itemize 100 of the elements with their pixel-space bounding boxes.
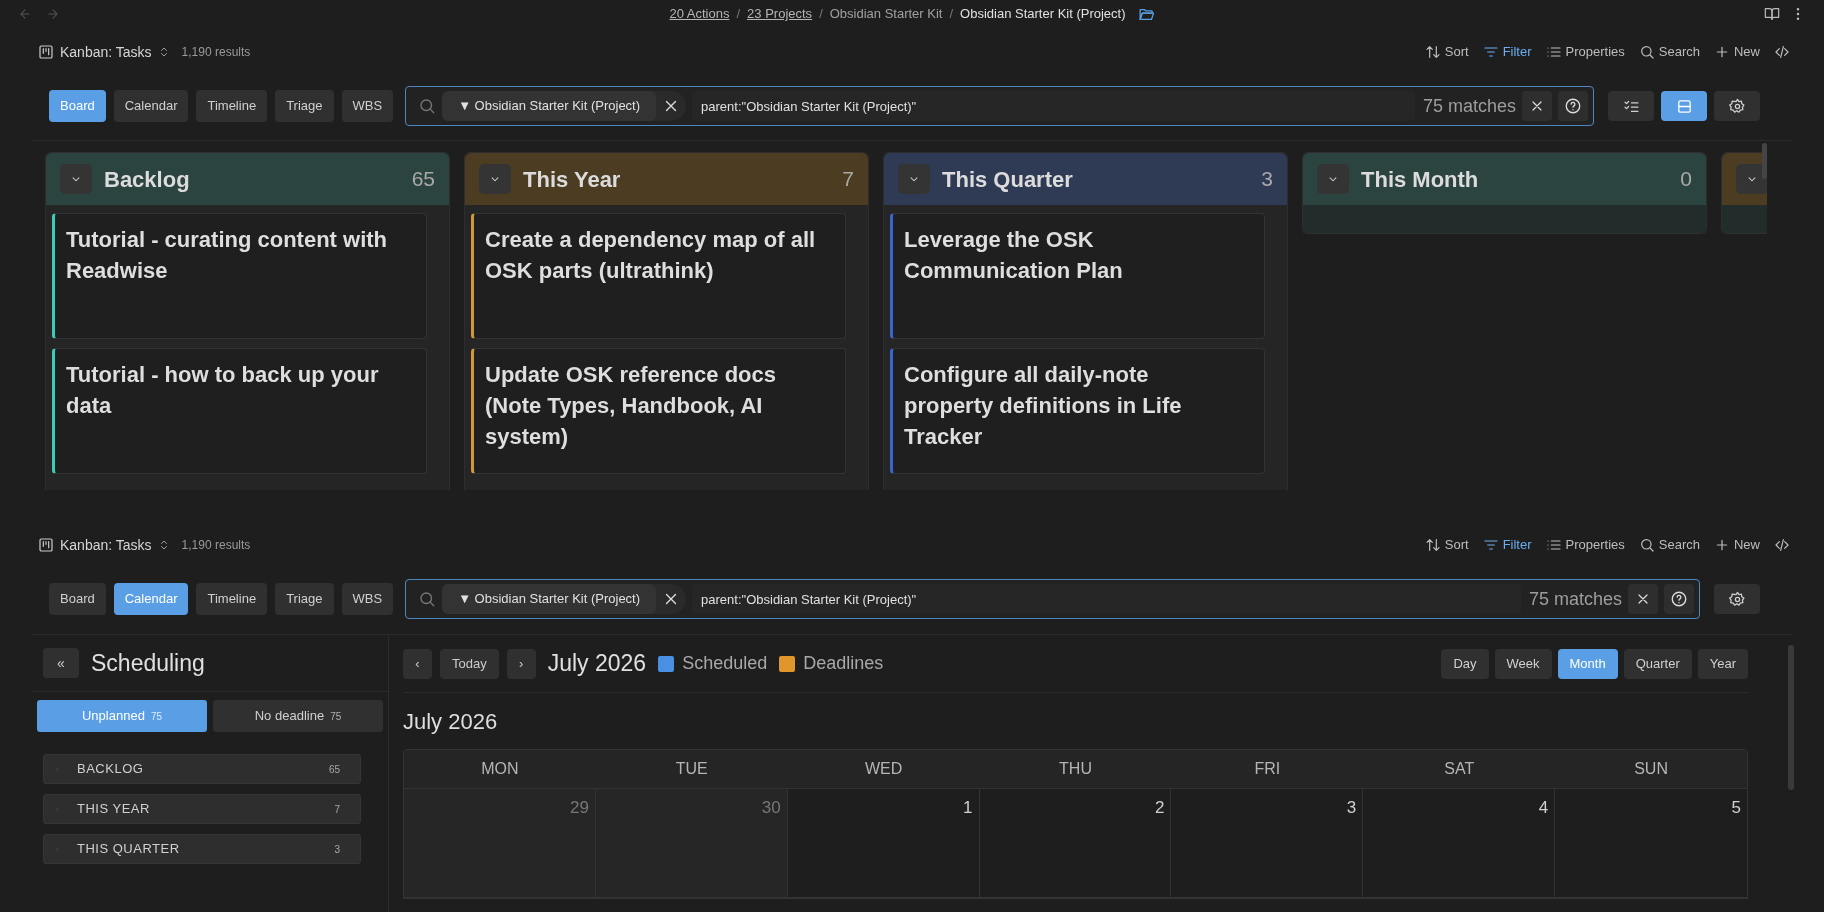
- view-tab[interactable]: Timeline: [196, 90, 268, 122]
- code-button[interactable]: [1774, 537, 1790, 553]
- column-title: This Month: [1361, 165, 1479, 194]
- checklist-button[interactable]: [1608, 91, 1654, 121]
- results-count: 1,190 results: [181, 537, 251, 554]
- breadcrumb-link[interactable]: 20 Actions: [669, 4, 730, 24]
- settings-button[interactable]: [1714, 91, 1760, 121]
- clear-button[interactable]: [1522, 91, 1552, 121]
- back-arrow-icon: [18, 7, 32, 21]
- day-cell[interactable]: 4: [1363, 789, 1556, 898]
- breadcrumb-link[interactable]: 23 Projects: [747, 4, 813, 24]
- help-icon: [1564, 97, 1582, 115]
- match-count: 75 matches: [1528, 587, 1622, 611]
- breadcrumb-separator: /: [949, 5, 954, 24]
- task-card[interactable]: Leverage the OSK Communication Plan: [890, 213, 1265, 339]
- view-tab[interactable]: WBS: [341, 583, 394, 615]
- view-tab[interactable]: Board: [49, 583, 106, 615]
- group-row[interactable]: THIS QUARTER 3: [43, 834, 361, 864]
- legend-label: Deadlines: [803, 652, 884, 675]
- group-count: 3: [334, 842, 340, 857]
- sidebar-title: Scheduling: [91, 648, 205, 678]
- view-tab[interactable]: Triage: [275, 583, 334, 615]
- properties-button[interactable]: Properties: [1545, 535, 1625, 555]
- group-row[interactable]: THIS YEAR 7: [43, 794, 361, 824]
- search-icon: [418, 590, 437, 608]
- forward-arrow-icon: [46, 7, 60, 21]
- plus-icon: [1714, 44, 1730, 60]
- task-card[interactable]: Tutorial - curating content with Readwise: [52, 213, 427, 339]
- view-tab[interactable]: Triage: [275, 90, 334, 122]
- legend-label: Scheduled: [682, 652, 768, 675]
- search-icon: [1638, 537, 1655, 553]
- next-button[interactable]: ›: [506, 648, 536, 679]
- sort-icon: [1424, 537, 1441, 553]
- scheduling-tab[interactable]: No deadline 75: [213, 700, 383, 732]
- settings-button[interactable]: [1714, 584, 1760, 614]
- help-icon: [1670, 590, 1688, 608]
- range-tab[interactable]: Quarter: [1623, 648, 1692, 679]
- day-number: 2: [1154, 797, 1165, 815]
- group-label: BACKLOG: [77, 760, 144, 779]
- group-count: 65: [328, 762, 340, 777]
- breadcrumb-link[interactable]: Obsidian Starter Kit: [829, 4, 943, 24]
- base-title[interactable]: Kanban: Tasks: [60, 41, 152, 63]
- collapse-button[interactable]: «: [43, 648, 79, 678]
- layout-button[interactable]: [1661, 91, 1707, 121]
- search-button[interactable]: Search: [1638, 42, 1700, 62]
- help-button[interactable]: [1664, 584, 1694, 614]
- day-number: 30: [761, 797, 781, 815]
- new-button[interactable]: New: [1714, 42, 1760, 62]
- code-button[interactable]: [1774, 44, 1790, 60]
- column-count: 65: [411, 166, 435, 193]
- new-button[interactable]: New: [1714, 535, 1760, 555]
- column-count: 0: [1680, 166, 1692, 193]
- weekday-header: FRI: [1171, 750, 1364, 789]
- sort-icon: [1424, 44, 1441, 60]
- view-tab[interactable]: Calendar: [113, 90, 189, 122]
- task-card[interactable]: Update OSK reference docs (Note Types, Handbook, AI system): [471, 348, 846, 474]
- view-tab[interactable]: WBS: [341, 90, 394, 122]
- range-tab[interactable]: Week: [1494, 648, 1552, 679]
- plus-icon: [1714, 537, 1730, 553]
- column-title: This Quarter: [942, 165, 1073, 194]
- code-icon: [1774, 44, 1790, 60]
- day-number: 4: [1538, 797, 1549, 815]
- filter-button[interactable]: Filter: [1482, 535, 1532, 555]
- previous-button[interactable]: ‹: [403, 648, 432, 679]
- weekday-header: SUN: [1555, 750, 1747, 789]
- settings-icon: [1728, 97, 1746, 115]
- query-field[interactable]: parent:"Obsidian Starter Kit (Project)": [692, 584, 1521, 614]
- period-title: July 2026: [547, 649, 647, 679]
- filter-icon: [1482, 44, 1499, 60]
- range-tab[interactable]: Day: [1441, 648, 1489, 679]
- settings-icon: [1728, 590, 1746, 608]
- search-button[interactable]: Search: [1638, 535, 1700, 555]
- layout-icon: [1675, 97, 1693, 115]
- help-button[interactable]: [1558, 91, 1588, 121]
- day-cell[interactable]: 1: [787, 789, 980, 898]
- day-cell[interactable]: 3: [1171, 789, 1364, 898]
- task-card[interactable]: Tutorial - how to back up your data: [52, 348, 427, 474]
- clear-button[interactable]: [1628, 584, 1658, 614]
- scrollbar[interactable]: [1762, 143, 1767, 179]
- scrollbar[interactable]: [1788, 645, 1794, 790]
- match-count: 75 matches: [1422, 94, 1516, 118]
- sort-button[interactable]: Sort: [1424, 535, 1469, 555]
- filter-button[interactable]: Filter: [1482, 42, 1532, 62]
- month-title: July 2026: [403, 707, 499, 736]
- sort-button[interactable]: Sort: [1424, 42, 1469, 62]
- properties-button[interactable]: Properties: [1545, 42, 1625, 62]
- range-tab[interactable]: Year: [1697, 648, 1748, 679]
- group-count: 7: [334, 802, 340, 817]
- day-cell[interactable]: 2: [979, 789, 1172, 898]
- today-button[interactable]: Today: [440, 648, 499, 679]
- task-card[interactable]: Configure all daily-note property definitions in Life Tracker: [890, 348, 1265, 474]
- base-title[interactable]: Kanban: Tasks: [60, 534, 152, 556]
- query-field[interactable]: parent:"Obsidian Starter Kit (Project)": [692, 91, 1415, 121]
- day-number: 5: [1731, 797, 1741, 815]
- group-row[interactable]: BACKLOG 65: [43, 754, 361, 784]
- task-card[interactable]: Create a dependency map of all OSK parts (ultrathink): [471, 213, 846, 339]
- view-tab[interactable]: Timeline: [196, 583, 268, 615]
- breadcrumb-link[interactable]: Obsidian Starter Kit (Project): [960, 4, 1126, 24]
- kanban-icon: [38, 44, 54, 60]
- column-count: 7: [842, 166, 854, 193]
